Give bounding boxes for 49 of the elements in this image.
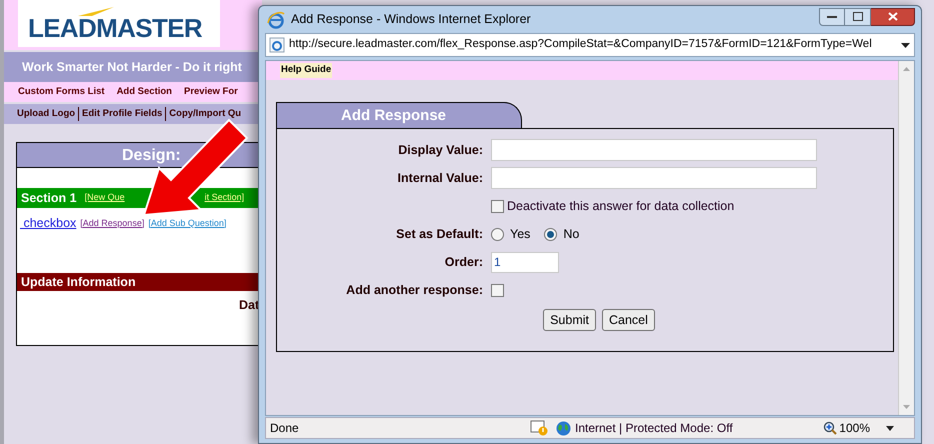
url-text: http://secure.leadmaster.com/flex_Response.asp?CompileStat=&CompanyID=7157&FormID=121&FormType=Wel — [289, 37, 873, 52]
menu-link[interactable]: Preview For — [184, 84, 238, 100]
dropdown-icon[interactable] — [886, 426, 894, 430]
question-link[interactable]: [Add Sub Question] — [148, 216, 226, 230]
radio-button[interactable] — [544, 228, 558, 240]
menu-link[interactable]: Edit Profile Fields — [78, 106, 166, 122]
field-label: Add another response: — [345, 282, 484, 299]
section-title: Section 1 — [21, 190, 77, 207]
maximize-button[interactable] — [845, 8, 871, 26]
page-icon — [269, 37, 285, 53]
zoom-icon[interactable] — [823, 421, 838, 435]
field-label: Dat — [239, 298, 260, 312]
field-label: Internal Value: — [396, 170, 484, 187]
browser-icon — [267, 10, 285, 28]
question-link[interactable]: [Add Response] — [80, 216, 144, 230]
help-link[interactable]: Help Guide — [280, 63, 332, 78]
radio-button[interactable] — [491, 228, 504, 240]
form-button[interactable]: Cancel — [602, 309, 655, 331]
checkbox[interactable] — [491, 284, 504, 296]
window-title: Add Response - Windows Internet Explorer — [291, 11, 531, 28]
text-field[interactable]: 1 — [491, 252, 559, 272]
maximize-icon — [852, 12, 862, 21]
minimize-icon — [827, 14, 837, 18]
warning-icon — [530, 420, 548, 436]
zoom-level[interactable]: 100% — [839, 419, 870, 437]
checkbox[interactable] — [491, 200, 504, 212]
menu-link[interactable]: Add Section — [116, 84, 172, 100]
radio-label: Yes — [510, 226, 530, 243]
security-zone: Internet | Protected Mode: Off — [575, 420, 733, 437]
section-link[interactable]: it Section] — [204, 191, 244, 205]
status-text: Done — [270, 420, 300, 437]
form-button[interactable]: Submit — [543, 309, 596, 331]
question-link[interactable]: checkbox — [20, 214, 76, 233]
checkbox-label: Deactivate this answer for data collection — [507, 198, 734, 215]
close-icon — [888, 12, 898, 21]
radio-label: No — [563, 226, 580, 243]
menu-link[interactable]: Custom Forms List — [18, 84, 105, 100]
address-bar[interactable]: http://secure.leadmaster.com/flex_Response.asp?CompileStat=&CompanyID=7157&FormID=121&FormType=Wel — [265, 33, 915, 57]
globe-icon — [556, 420, 571, 436]
close-button[interactable] — [871, 8, 915, 26]
tagline: Work Smarter Not Harder - Do it right — [22, 58, 242, 76]
logo: LEADMASTER — [18, 0, 220, 47]
dropdown-icon[interactable] — [901, 42, 910, 48]
minimize-button[interactable] — [819, 8, 845, 26]
field-label: Display Value: — [397, 142, 484, 159]
field-label: Set as Default: — [395, 226, 484, 243]
menu-link[interactable]: Upload Logo — [14, 106, 78, 122]
section-link[interactable]: [New Que — [84, 191, 125, 205]
field-label: Order: — [444, 254, 484, 271]
